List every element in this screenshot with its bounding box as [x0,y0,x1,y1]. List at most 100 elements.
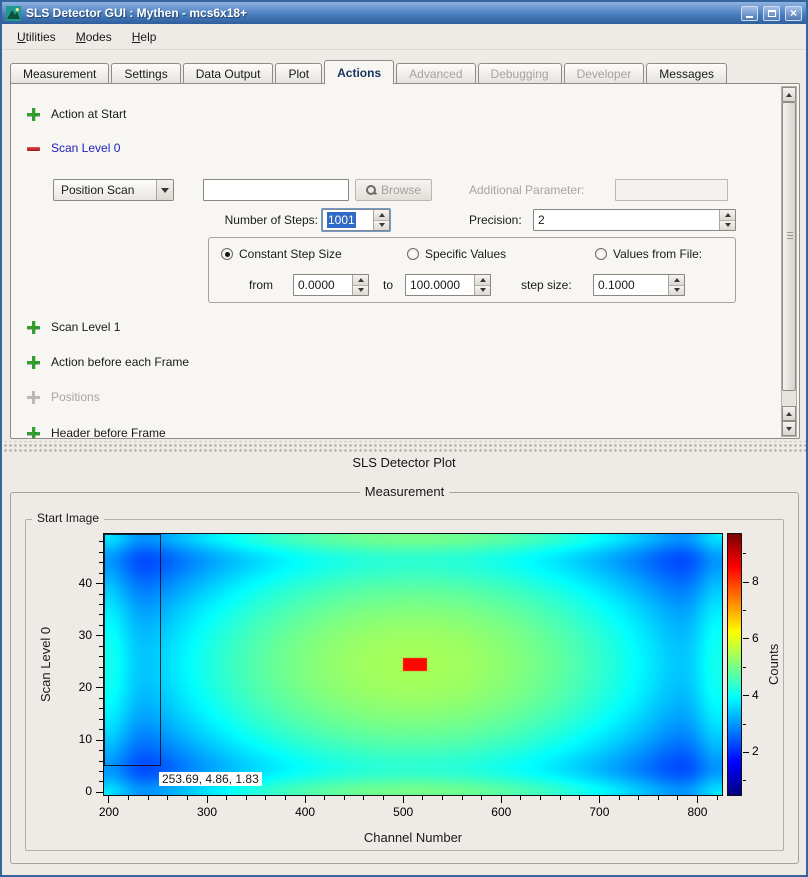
arrow-down-icon [358,288,364,292]
y-minor-tick [99,656,103,657]
minimize-icon [746,16,753,18]
arrow-down-icon [725,223,731,227]
precision-spinbox[interactable]: 2 [533,209,736,231]
spin-up-button[interactable] [720,210,735,220]
y-minor-tick [99,677,103,678]
expand-plus-icon[interactable] [27,321,40,334]
collapse-minus-icon[interactable] [27,147,40,151]
radio-values-from-file-label: Values from File: [613,247,702,261]
y-minor-tick [99,698,103,699]
x-tick [403,796,404,803]
scan-level-1-row[interactable]: Scan Level 1 [27,319,120,335]
spin-down-button[interactable] [720,220,735,231]
close-button[interactable]: × [785,6,802,21]
scrollbar-thumb[interactable] [782,102,796,391]
spin-up-button[interactable] [475,275,490,285]
vertical-scrollbar[interactable] [781,86,797,437]
tab-advanced: Advanced [396,63,475,83]
x-minor-tick [481,796,482,800]
heatmap-canvas[interactable] [103,533,723,796]
spin-up-button[interactable] [669,275,684,285]
splitter-handle[interactable] [2,441,806,453]
radio-values-from-file[interactable]: Values from File: [595,247,702,261]
radio-constant-step-size[interactable]: Constant Step Size [221,247,342,261]
arrow-up-icon [379,213,385,217]
scrollbar-down-button[interactable] [782,421,796,436]
from-label: from [249,274,273,296]
additional-parameter-label: Additional Parameter: [469,179,584,201]
action-at-start-label: Action at Start [51,107,126,121]
maximize-button[interactable] [763,6,780,21]
app-window: SLS Detector GUI : Mythen - mcs6x18+ × U… [0,0,808,877]
x-tick-label: 200 [89,805,129,819]
scan-level-0-row[interactable]: Scan Level 0 [27,140,120,156]
action-before-each-frame-row[interactable]: Action before each Frame [27,354,189,370]
y-tick [96,583,103,584]
minimize-button[interactable] [741,6,758,21]
y-tick [96,740,103,741]
to-spinbox[interactable]: 100.0000 [405,274,491,296]
spin-down-button[interactable] [374,220,389,231]
menubar: Utilities Modes Help [2,24,806,50]
y-tick-label: 20 [58,680,92,694]
arrow-down-icon [480,288,486,292]
x-minor-tick [520,796,521,800]
scan-mode-select[interactable]: Position Scan [53,179,174,201]
scan-mode-value: Position Scan [54,180,156,200]
x-tick [697,796,698,803]
window-titlebar[interactable]: SLS Detector GUI : Mythen - mcs6x18+ × [2,2,806,24]
tab-actions[interactable]: Actions [324,60,394,84]
x-tick [305,796,306,803]
header-before-frame-row[interactable]: Header before Frame [27,425,166,439]
action-at-start-row[interactable]: Action at Start [27,106,126,122]
arrow-down-icon [786,427,792,431]
tab-data-output[interactable]: Data Output [183,63,274,83]
z-tick [743,582,749,583]
arrow-up-icon [725,213,731,217]
from-spinbox[interactable]: 0.0000 [293,274,369,296]
scrollbar-up-button[interactable] [782,87,796,102]
z-tick-label: 8 [752,574,772,588]
expand-plus-icon[interactable] [27,427,40,440]
header-before-frame-label: Header before Frame [51,426,166,439]
spin-down-button[interactable] [669,285,684,296]
spin-up-button[interactable] [374,210,389,220]
tab-plot[interactable]: Plot [275,63,322,83]
menu-item-modes[interactable]: Modes [67,26,121,48]
tab-messages[interactable]: Messages [646,63,727,83]
step-size-value: 0.1000 [594,275,668,295]
expand-plus-icon[interactable] [27,108,40,121]
tab-settings[interactable]: Settings [111,63,180,83]
plot-dock-title: SLS Detector Plot [2,455,806,471]
radio-specific-values[interactable]: Specific Values [407,247,506,261]
scan-mode-dropdown-button[interactable] [156,180,173,200]
expand-plus-icon[interactable] [27,356,40,369]
arrow-up-icon [480,278,486,282]
x-tick-label: 400 [285,805,325,819]
tabbar: Measurement Settings Data Output Plot Ac… [10,59,798,83]
spin-down-button[interactable] [353,285,368,296]
radio-specific-values-label: Specific Values [425,247,506,261]
x-minor-tick [148,796,149,800]
measurement-group-title: Measurement [360,484,449,499]
y-tick-label: 40 [58,576,92,590]
y-minor-tick [99,646,103,647]
x-minor-tick [167,796,168,800]
tab-measurement[interactable]: Measurement [10,63,109,83]
scan-file-input[interactable] [203,179,349,201]
spin-down-button[interactable] [475,285,490,296]
x-tick-label: 600 [481,805,521,819]
step-size-spinbox[interactable]: 0.1000 [593,274,685,296]
menu-item-help[interactable]: Help [123,26,166,48]
from-value: 0.0000 [294,275,352,295]
cursor-readout: 253.69, 4.86, 1.83 [159,772,262,786]
menu-item-utilities[interactable]: Utilities [8,26,65,48]
spin-up-button[interactable] [353,275,368,285]
number-of-steps-spinbox[interactable]: 1001 [322,209,390,231]
x-minor-tick [560,796,561,800]
additional-parameter-input [615,179,728,201]
z-tick-label: 4 [752,688,772,702]
number-of-steps-value: 1001 [327,212,356,228]
scrollbar-up-button-2[interactable] [782,406,796,421]
browse-button-label: Browse [381,183,421,197]
